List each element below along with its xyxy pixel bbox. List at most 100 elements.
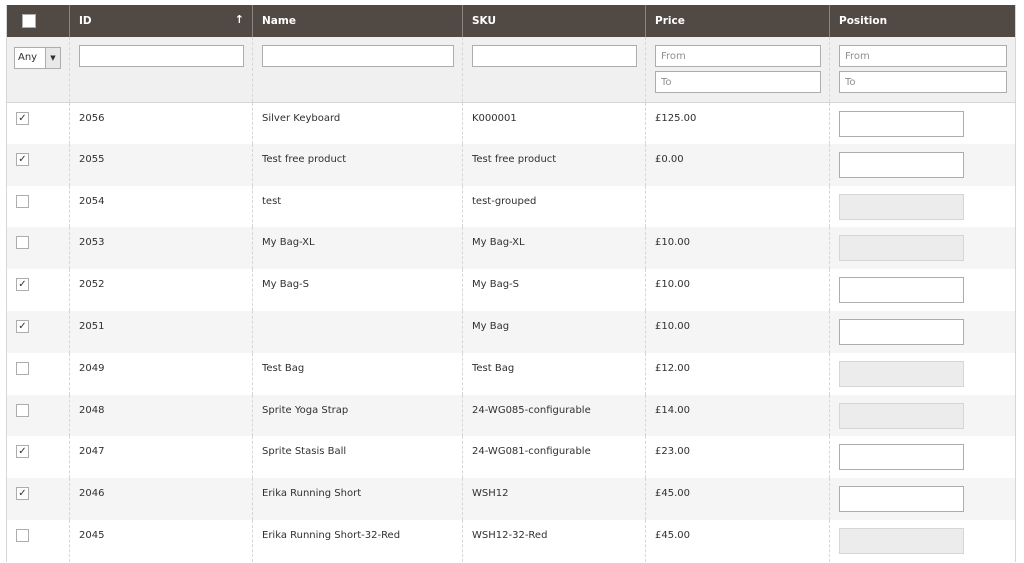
column-header-id-label: ID xyxy=(79,15,92,27)
table-row[interactable]: ✓ 2047 Sprite Stasis Ball 24-WG081-confi… xyxy=(6,436,1016,479)
chevron-down-icon[interactable]: ▼ xyxy=(45,47,60,68)
price-cell: £10.00 xyxy=(645,227,830,270)
row-checkbox[interactable]: ✓ xyxy=(16,278,29,292)
grid-header-row: ID ↑ Name SKU Price Position xyxy=(6,5,1016,37)
products-grid: ID ↑ Name SKU Price Position Any ▼ From … xyxy=(6,5,1016,562)
column-header-name-label: Name xyxy=(262,15,296,27)
row-select-cell[interactable] xyxy=(6,352,70,395)
table-row[interactable]: 2049 Test Bag Test Bag £12.00 xyxy=(6,352,1016,395)
row-checkbox[interactable]: ✓ xyxy=(16,111,29,125)
row-id: 2046 xyxy=(79,488,105,500)
id-cell: 2049 xyxy=(69,352,253,395)
row-price: £12.00 xyxy=(655,362,690,374)
id-cell: 2054 xyxy=(69,185,253,228)
select-all-header[interactable] xyxy=(6,5,70,37)
position-input[interactable] xyxy=(839,277,964,304)
position-cell xyxy=(830,436,1016,478)
position-input xyxy=(839,360,964,387)
position-input[interactable] xyxy=(839,486,964,513)
row-select-cell[interactable]: ✓ xyxy=(6,102,70,144)
column-header-sku[interactable]: SKU xyxy=(462,5,646,37)
row-checkbox[interactable]: ✓ xyxy=(16,152,29,166)
position-cell xyxy=(829,394,1016,437)
row-checkbox[interactable] xyxy=(16,528,29,542)
row-select-cell[interactable] xyxy=(6,394,70,437)
name-filter-cell xyxy=(252,37,463,103)
table-row[interactable]: 2048 Sprite Yoga Strap 24-WG085-configur… xyxy=(6,394,1016,437)
column-header-price[interactable]: Price xyxy=(645,5,830,37)
column-header-sku-label: SKU xyxy=(472,15,497,27)
row-select-cell[interactable]: ✓ xyxy=(6,310,70,353)
row-sku: Test Bag xyxy=(472,362,515,374)
row-price: £0.00 xyxy=(655,153,684,165)
sku-cell: K000001 xyxy=(462,102,646,144)
in-products-filter-cell: Any ▼ xyxy=(6,37,70,103)
row-select-cell[interactable]: ✓ xyxy=(6,269,70,311)
price-cell: £0.00 xyxy=(645,143,830,186)
table-row[interactable]: ✓ 2056 Silver Keyboard K000001 £125.00 xyxy=(6,102,1016,144)
row-select-cell[interactable]: ✓ xyxy=(6,478,70,520)
price-cell: £12.00 xyxy=(645,352,830,395)
id-cell: 2053 xyxy=(69,227,253,270)
id-cell: 2046 xyxy=(69,478,253,520)
name-cell: Test free product xyxy=(252,143,463,186)
price-cell: £10.00 xyxy=(645,310,830,353)
position-cell xyxy=(829,143,1016,186)
in-products-filter-select[interactable]: Any ▼ xyxy=(14,46,61,69)
row-checkbox[interactable] xyxy=(16,403,29,417)
row-checkbox[interactable]: ✓ xyxy=(16,487,29,501)
name-filter-input[interactable] xyxy=(262,45,454,67)
price-from-input[interactable] xyxy=(655,45,821,67)
name-cell: Erika Running Short-32-Red xyxy=(252,519,463,562)
row-checkbox[interactable] xyxy=(16,361,29,375)
table-row[interactable]: 2054 test test-grouped xyxy=(6,185,1016,228)
position-cell xyxy=(829,227,1016,270)
row-select-cell[interactable] xyxy=(6,227,70,270)
row-checkbox[interactable] xyxy=(16,236,29,250)
row-select-cell[interactable]: ✓ xyxy=(6,436,70,479)
column-header-name[interactable]: Name xyxy=(252,5,463,37)
row-id: 2051 xyxy=(79,320,105,332)
row-checkbox[interactable]: ✓ xyxy=(16,319,29,333)
sku-cell: Test Bag xyxy=(462,352,646,395)
table-row[interactable]: 2045 Erika Running Short-32-Red WSH12-32… xyxy=(6,519,1016,562)
row-id: 2049 xyxy=(79,362,105,374)
sku-filter-cell xyxy=(462,37,646,103)
position-input[interactable] xyxy=(839,110,964,137)
id-filter-input[interactable] xyxy=(79,45,244,67)
table-row[interactable]: ✓ 2051 My Bag £10.00 xyxy=(6,310,1016,353)
position-input[interactable] xyxy=(839,444,964,471)
name-cell: Sprite Yoga Strap xyxy=(252,394,463,437)
row-name: Test free product xyxy=(262,153,347,165)
row-checkbox[interactable]: ✓ xyxy=(16,445,29,459)
position-from-input[interactable] xyxy=(839,45,1007,67)
price-cell: £125.00 xyxy=(645,102,830,144)
row-name: Erika Running Short-32-Red xyxy=(262,529,401,541)
table-row[interactable]: 2053 My Bag-XL My Bag-XL £10.00 xyxy=(6,227,1016,270)
row-name: test xyxy=(262,195,282,207)
position-input[interactable] xyxy=(839,151,964,178)
column-header-position-label: Position xyxy=(839,15,888,27)
sku-cell: My Bag-XL xyxy=(462,227,646,270)
row-select-cell[interactable] xyxy=(6,185,70,228)
price-to-input[interactable] xyxy=(655,71,821,93)
position-input[interactable] xyxy=(839,318,964,345)
select-all-checkbox[interactable] xyxy=(22,14,36,28)
table-row[interactable]: ✓ 2055 Test free product Test free produ… xyxy=(6,143,1016,186)
id-cell: 2056 xyxy=(69,102,253,144)
row-select-cell[interactable]: ✓ xyxy=(6,143,70,186)
table-row[interactable]: ✓ 2046 Erika Running Short WSH12 £45.00 xyxy=(6,478,1016,520)
row-checkbox[interactable] xyxy=(16,194,29,208)
table-row[interactable]: ✓ 2052 My Bag-S My Bag-S £10.00 xyxy=(6,269,1016,311)
column-header-id[interactable]: ID ↑ xyxy=(69,5,253,37)
position-cell xyxy=(830,102,1016,144)
row-select-cell[interactable] xyxy=(6,519,70,562)
position-to-input[interactable] xyxy=(839,71,1007,93)
row-sku: WSH12 xyxy=(472,488,509,500)
row-price: £14.00 xyxy=(655,404,690,416)
name-cell: Erika Running Short xyxy=(252,478,463,520)
sku-filter-input[interactable] xyxy=(472,45,637,67)
checkmark-icon: ✓ xyxy=(18,446,27,458)
column-header-position[interactable]: Position xyxy=(829,5,1016,37)
price-cell: £45.00 xyxy=(645,519,830,562)
